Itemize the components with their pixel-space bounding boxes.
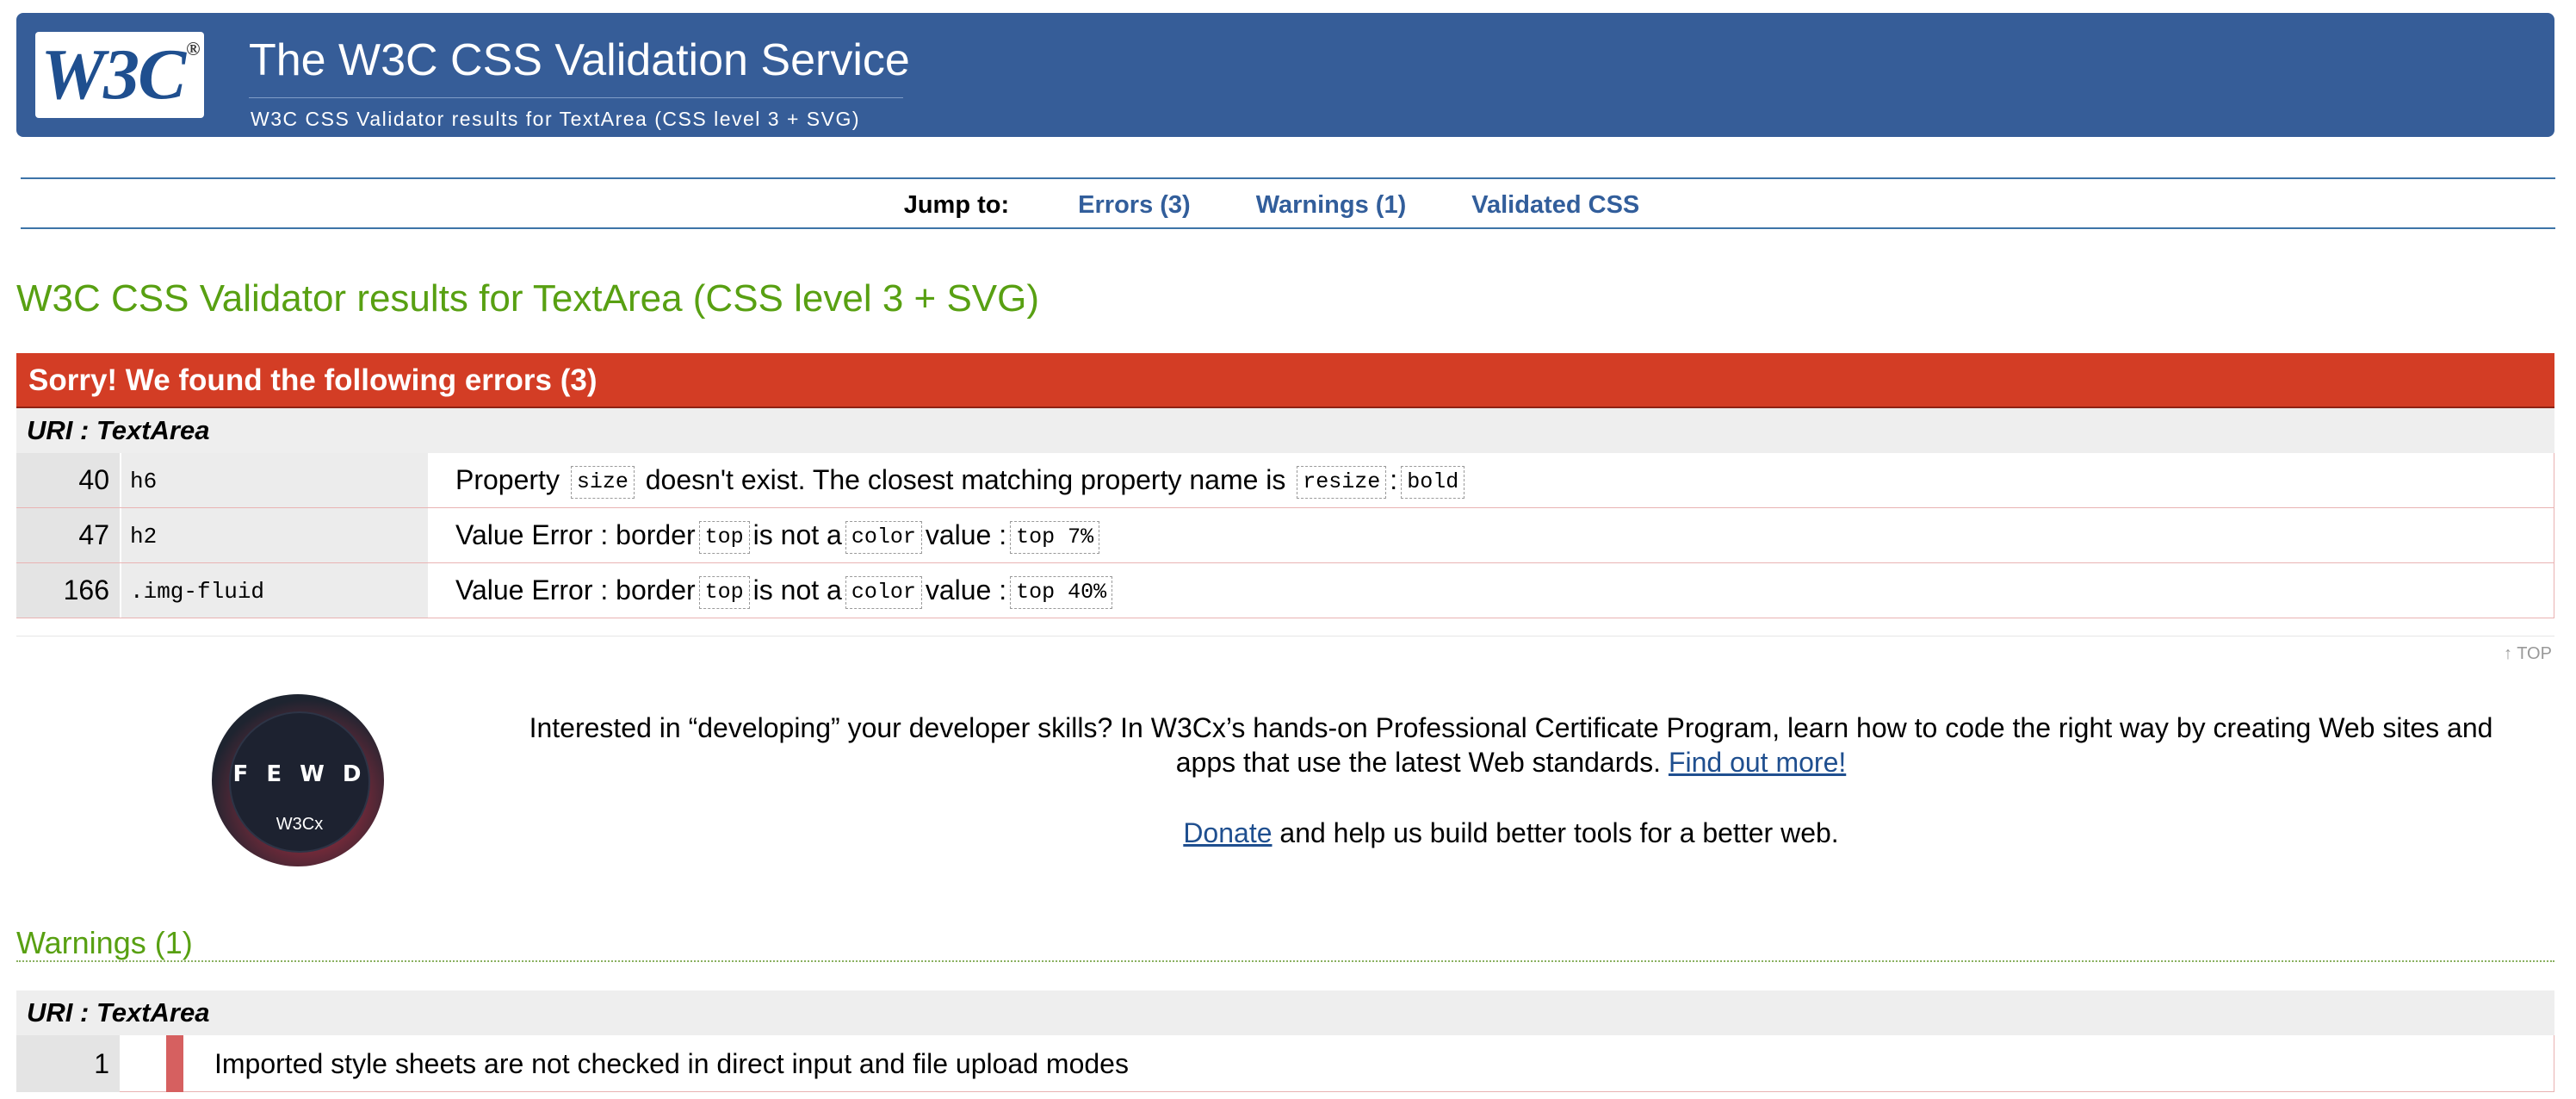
message-text: value : [925,519,1007,550]
line-number: 166 [16,563,120,618]
fewd-badge-image[interactable]: F E W D W3Cx [212,694,384,866]
line-number: 1 [16,1035,120,1092]
message-text: is not a [752,574,842,605]
badge-letters: F E W D [232,761,367,787]
error-row: 166 .img-fluid Value Error : border top is… [16,563,2554,618]
code-token: color [845,575,922,609]
registered-mark: ® [186,38,201,59]
site-subtitle: W3C CSS Validator results for TextArea (… [251,108,861,130]
jump-validated-css-link[interactable]: Validated CSS [1471,191,1639,219]
results-heading: W3C CSS Validator results for TextArea (… [16,277,1040,320]
code-token: size [570,465,635,499]
code-token: top 40% [1010,575,1113,609]
title-divider [249,97,903,98]
jump-errors-link[interactable]: Errors (3) [1078,191,1191,219]
promo-message: Interested in “developing” your develope… [529,712,2493,778]
warnings-uri: URI : TextArea [16,990,2554,1035]
donate-link[interactable]: Donate [1183,817,1272,848]
jump-warnings-link[interactable]: Warnings (1) [1256,191,1407,219]
code-token: color [845,520,922,554]
badge-brand: W3Cx [276,815,324,834]
w3c-logo[interactable]: W3C® [35,32,204,118]
warning-row: 1 Imported style sheets are not checked … [16,1035,2554,1092]
error-message: Property size doesn't exist. The closest… [438,453,2554,507]
jump-to-nav: Jump to: Errors (3) Warnings (1) Validated … [21,177,2555,229]
message-text: Property [455,464,560,495]
error-row: 47 h2 Value Error : border top is not a col… [16,508,2554,563]
message-text: doesn't exist. The closest matching prop… [645,464,1286,495]
donate-text: Donate and help us build better tools fo… [517,816,2505,850]
error-row: 40 h6 Property size doesn't exist. The c… [16,453,2554,508]
error-message: Value Error : border top is not a color valu… [438,508,2554,562]
warnings-heading: Warnings (1) [16,925,193,960]
errors-uri: URI : TextArea [16,408,2554,453]
error-context: h6 [121,453,428,507]
site-title[interactable]: The W3C CSS Validation Service [249,34,910,86]
code-token: bold [1401,465,1465,499]
code-token: resize [1297,465,1387,499]
message-text: is not a [752,519,842,550]
errors-header: Sorry! We found the following errors (3) [16,353,2554,408]
promo-text: Interested in “developing” your develope… [517,711,2505,779]
warning-level-marker [166,1035,183,1092]
code-token: top [698,520,750,554]
code-token: top 7% [1010,520,1100,554]
find-out-more-link[interactable]: Find out more! [1669,747,1846,778]
error-context: h2 [121,508,428,562]
error-context: .img-fluid [121,563,428,618]
message-text: value : [925,574,1007,605]
badge-center: F E W D W3Cx [229,711,370,853]
line-number: 47 [16,508,120,562]
line-number: 40 [16,453,120,507]
logo-text: W3C [40,34,186,115]
message-text: Value Error : border [455,519,696,550]
code-token: top [698,575,750,609]
donate-message: and help us build better tools for a bet… [1279,817,1839,848]
warnings-divider [16,960,2554,962]
message-text: : [1390,464,1398,495]
error-message: Value Error : border top is not a color valu… [438,563,2554,618]
warning-message: Imported style sheets are not checked in… [194,1035,2554,1092]
message-text: Value Error : border [455,574,696,605]
jump-to-label: Jump to: [903,191,1010,219]
header-banner: W3C® The W3C CSS Validation Service W3C … [16,13,2554,137]
back-to-top-link[interactable]: ↑ TOP [2504,644,2552,664]
